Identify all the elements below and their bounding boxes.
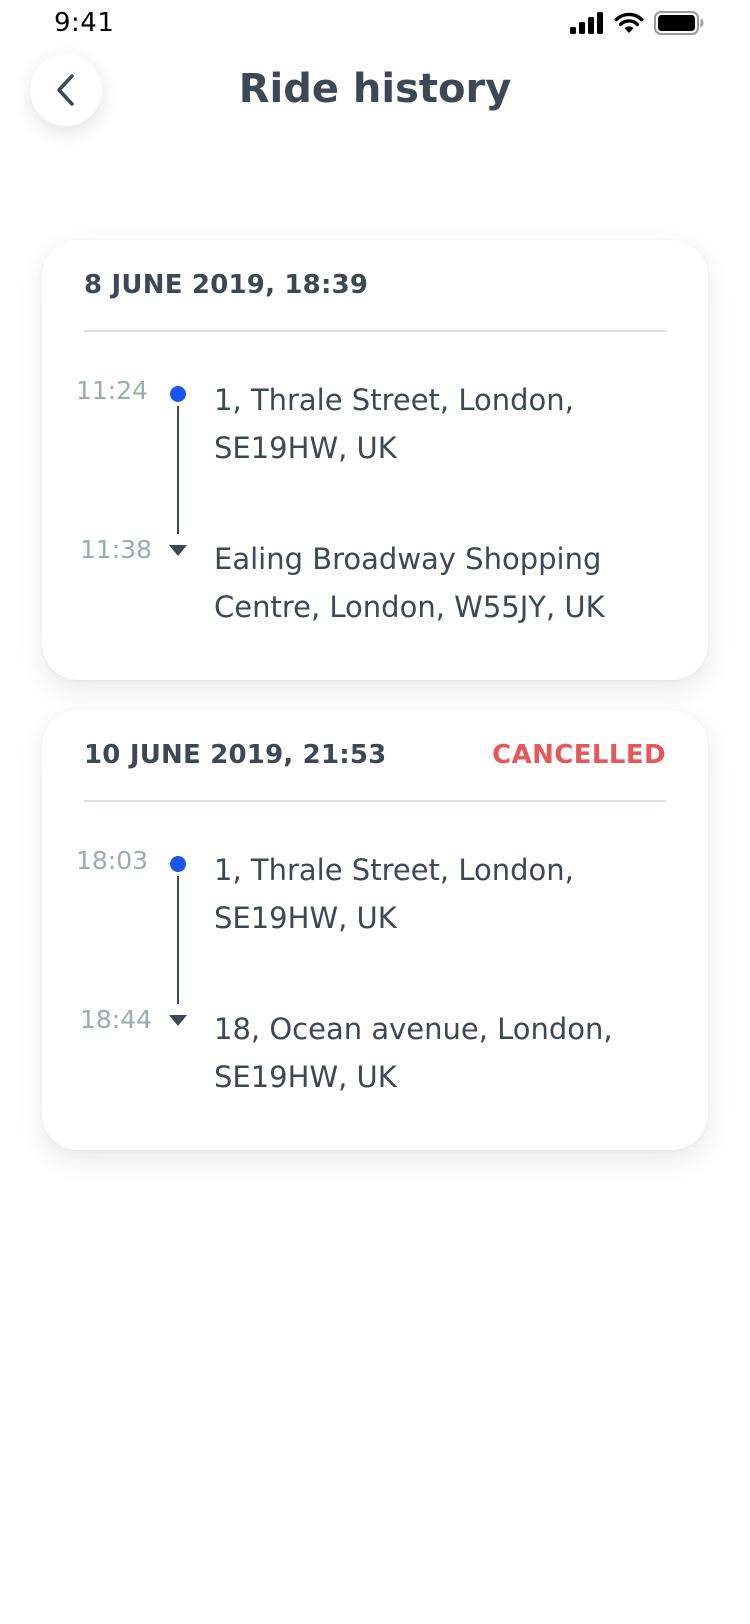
ride-list: 8 JUNE 2019, 18:39 11:24 1, Thrale Stree… bbox=[42, 240, 708, 1180]
dropoff-arrow-icon bbox=[169, 545, 187, 556]
route-line bbox=[177, 406, 179, 534]
route-line bbox=[177, 876, 179, 1004]
battery-icon bbox=[654, 11, 704, 35]
ride-card[interactable]: 8 JUNE 2019, 18:39 11:24 1, Thrale Stree… bbox=[42, 240, 708, 680]
dropoff-address: Ealing Broadway Shopping Centre, London,… bbox=[214, 542, 605, 624]
pickup-address: 1, Thrale Street, London, SE19HW, UK bbox=[214, 853, 574, 935]
pickup-address: 1, Thrale Street, London, SE19HW, UK bbox=[214, 383, 574, 465]
ride-card-header: 10 JUNE 2019, 21:53 CANCELLED bbox=[84, 710, 666, 802]
ride-date: 8 JUNE 2019, 18:39 bbox=[84, 270, 369, 300]
ride-card[interactable]: 10 JUNE 2019, 21:53 CANCELLED 18:03 1, T… bbox=[42, 710, 708, 1150]
wifi-icon bbox=[614, 12, 644, 33]
dropoff-arrow-icon bbox=[169, 1015, 187, 1026]
status-time: 9:41 bbox=[54, 8, 115, 38]
status-icons bbox=[570, 11, 704, 35]
ride-date: 10 JUNE 2019, 21:53 bbox=[84, 740, 387, 770]
pickup-dot-icon bbox=[170, 856, 186, 872]
pickup-time: 18:03 bbox=[75, 846, 148, 875]
ride-card-header: 8 JUNE 2019, 18:39 bbox=[84, 240, 666, 332]
cellular-signal-icon bbox=[570, 12, 603, 34]
ride-status-badge: CANCELLED bbox=[492, 740, 666, 770]
dropoff-address: 18, Ocean avenue, London, SE19HW, UK bbox=[214, 1012, 613, 1094]
pickup-time: 11:24 bbox=[75, 376, 148, 405]
page-title: Ride history bbox=[238, 66, 512, 112]
dropoff-time: 11:38 bbox=[79, 535, 152, 564]
status-bar: 9:41 bbox=[0, 0, 750, 50]
pickup-dot-icon bbox=[170, 386, 186, 402]
dropoff-time: 18:44 bbox=[79, 1005, 152, 1034]
